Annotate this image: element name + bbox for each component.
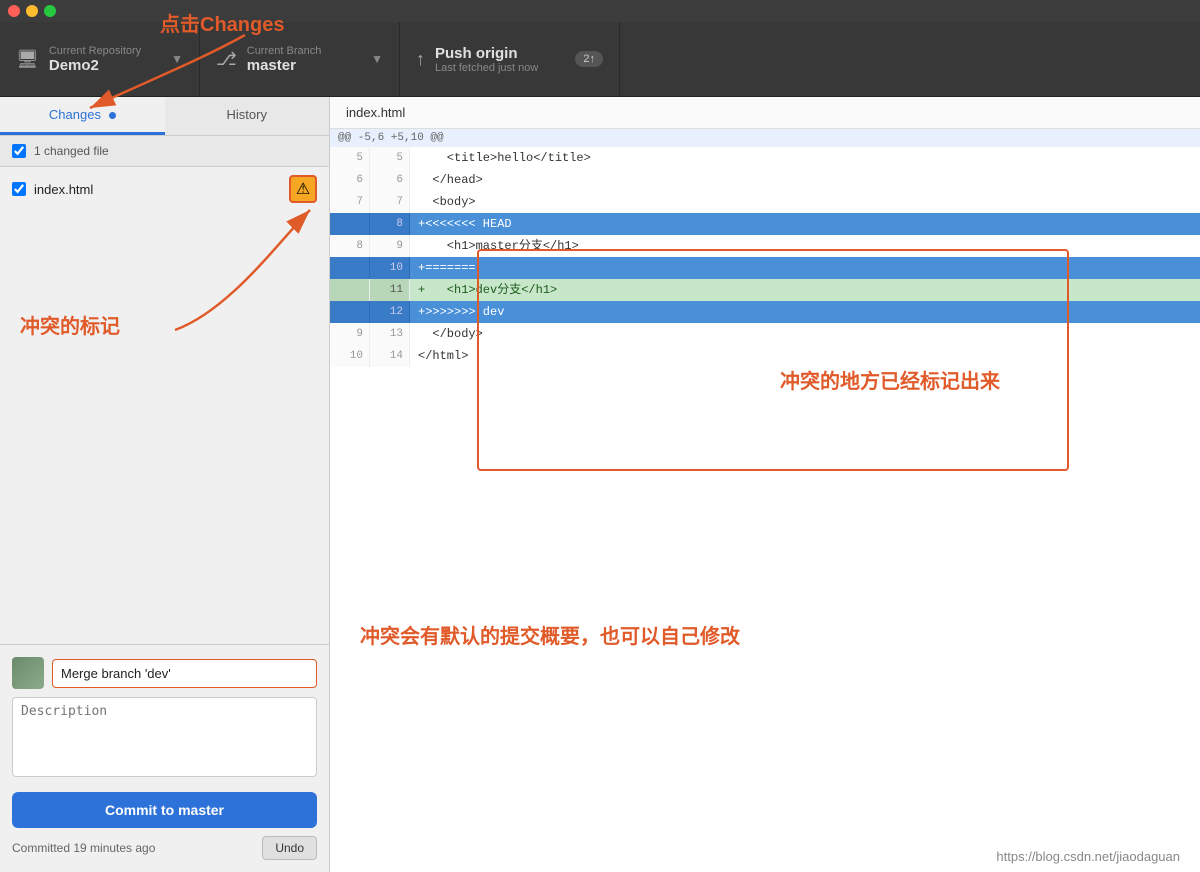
push-text: Push origin Last fetched just now — [435, 45, 565, 74]
tab-history[interactable]: History — [165, 97, 330, 135]
push-origin-section[interactable]: ↑ Push origin Last fetched just now 2↑ — [400, 22, 620, 96]
current-repo-section[interactable]: 🖥 Current Repository Demo2 ▼ — [0, 22, 200, 96]
branch-label: Current Branch — [247, 45, 361, 57]
maximize-button[interactable] — [44, 5, 56, 17]
close-button[interactable] — [8, 5, 20, 17]
push-icon: ↑ — [416, 49, 425, 70]
file-list: index.html ⚠ — [0, 167, 329, 644]
line-content: +======= — [410, 257, 1200, 279]
branch-text: Current Branch master — [247, 45, 361, 74]
push-label: Push origin — [435, 45, 565, 62]
toolbar: 🖥 Current Repository Demo2 ▼ ⎇ Current B… — [0, 22, 1200, 97]
diff-line: 77 <body> — [330, 191, 1200, 213]
commit-area: Commit to master Committed 19 minutes ag… — [0, 644, 329, 872]
committed-row: Committed 19 minutes ago Undo — [12, 836, 317, 860]
line-num-old: 9 — [330, 323, 370, 345]
committed-text: Committed 19 minutes ago — [12, 841, 155, 855]
commit-summary-input[interactable] — [52, 659, 317, 688]
file-name: index.html — [34, 182, 281, 197]
line-num-old: 10 — [330, 345, 370, 367]
diff-line: 66 </head> — [330, 169, 1200, 191]
diff-content[interactable]: @@ -5,6 +5,10 @@ 55 <title>hello</title>… — [330, 129, 1200, 872]
diff-filename: index.html — [330, 97, 1200, 129]
line-num-new: 5 — [370, 147, 410, 169]
line-num-old — [330, 301, 370, 323]
line-num-old — [330, 257, 370, 279]
push-badge: 2↑ — [575, 51, 603, 67]
diff-hunk-header: @@ -5,6 +5,10 @@ — [330, 129, 1200, 147]
repo-icon: 🖥 — [16, 49, 39, 70]
push-sublabel: Last fetched just now — [435, 62, 565, 74]
line-num-new: 14 — [370, 345, 410, 367]
line-content: </head> — [410, 169, 1200, 191]
minimize-button[interactable] — [26, 5, 38, 17]
line-num-old: 7 — [330, 191, 370, 213]
changed-file-count: 1 changed file — [34, 144, 109, 158]
line-num-new: 10 — [370, 257, 410, 279]
sidebar: Changes History 1 changed file index.htm… — [0, 97, 330, 872]
repo-name: Demo2 — [49, 57, 161, 74]
diff-line: 11+ <h1>dev分支</h1> — [330, 279, 1200, 301]
commit-button[interactable]: Commit to master — [12, 792, 317, 828]
branch-name: master — [247, 57, 361, 74]
line-content: <h1>master分支</h1> — [410, 235, 1200, 257]
list-item[interactable]: index.html ⚠ — [0, 167, 329, 211]
line-num-new: 12 — [370, 301, 410, 323]
diff-line: 10+======= — [330, 257, 1200, 279]
diff-line: 913 </body> — [330, 323, 1200, 345]
undo-button[interactable]: Undo — [262, 836, 317, 860]
line-num-old: 5 — [330, 147, 370, 169]
line-num-new: 11 — [370, 279, 410, 301]
line-num-new: 13 — [370, 323, 410, 345]
select-all-checkbox[interactable] — [12, 144, 26, 158]
line-num-old — [330, 279, 370, 301]
current-branch-section[interactable]: ⎇ Current Branch master ▼ — [200, 22, 400, 96]
branch-chevron-icon: ▼ — [371, 52, 383, 66]
conflict-badge: ⚠ — [289, 175, 317, 203]
diff-line: 55 <title>hello</title> — [330, 147, 1200, 169]
branch-icon: ⎇ — [216, 49, 237, 70]
changes-dot — [109, 112, 116, 119]
line-content: +>>>>>>> dev — [410, 301, 1200, 323]
repo-text: Current Repository Demo2 — [49, 45, 161, 74]
line-content: </body> — [410, 323, 1200, 345]
line-num-new: 8 — [370, 213, 410, 235]
tab-changes[interactable]: Changes — [0, 97, 165, 135]
diff-line: 89 <h1>master分支</h1> — [330, 235, 1200, 257]
titlebar — [0, 0, 1200, 22]
diff-line: 12+>>>>>>> dev — [330, 301, 1200, 323]
line-content: +<<<<<<< HEAD — [410, 213, 1200, 235]
diff-line: 1014</html> — [330, 345, 1200, 367]
line-content: <body> — [410, 191, 1200, 213]
diff-line: 8+<<<<<<< HEAD — [330, 213, 1200, 235]
line-content: <title>hello</title> — [410, 147, 1200, 169]
repo-label: Current Repository — [49, 45, 161, 57]
sidebar-tabs: Changes History — [0, 97, 329, 136]
main-layout: Changes History 1 changed file index.htm… — [0, 97, 1200, 872]
line-num-new: 6 — [370, 169, 410, 191]
diff-panel: index.html @@ -5,6 +5,10 @@ 55 <title>he… — [330, 97, 1200, 872]
line-content: + <h1>dev分支</h1> — [410, 279, 1200, 301]
line-num-old: 8 — [330, 235, 370, 257]
repo-chevron-icon: ▼ — [171, 52, 183, 66]
line-num-new: 9 — [370, 235, 410, 257]
avatar-image — [12, 657, 44, 689]
line-num-old: 6 — [330, 169, 370, 191]
commit-description-input[interactable] — [12, 697, 317, 777]
file-checkbox[interactable] — [12, 182, 26, 196]
line-num-old — [330, 213, 370, 235]
avatar — [12, 657, 44, 689]
line-content: </html> — [410, 345, 1200, 367]
commit-summary-row — [12, 657, 317, 689]
changed-file-header: 1 changed file — [0, 136, 329, 167]
line-num-new: 7 — [370, 191, 410, 213]
